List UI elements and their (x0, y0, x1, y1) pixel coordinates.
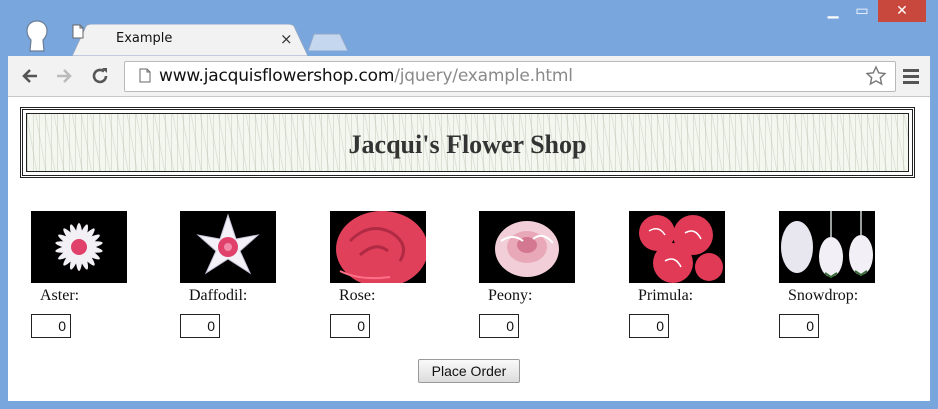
browser-window: Example × ▁ ▭ ✕ www.jacquisflowershop.co… (0, 0, 938, 409)
flower-label: Primula: (638, 287, 694, 304)
forward-button[interactable] (52, 64, 76, 88)
reload-icon (92, 68, 108, 84)
maximize-button[interactable]: ▭ (848, 0, 876, 22)
back-button[interactable] (18, 64, 42, 88)
primula-image (629, 211, 725, 283)
close-window-button[interactable]: ✕ (878, 0, 926, 22)
flower-label: Peony: (488, 287, 533, 304)
page-icon (72, 24, 84, 39)
flower-label: Snowdrop: (788, 287, 859, 304)
tab-strip: Example × ▁ ▭ ✕ (0, 0, 938, 56)
address-bar[interactable]: www.jacquisflowershop.com/jquery/example… (124, 61, 896, 92)
flower-label: Aster: (40, 287, 80, 304)
url-path: /jquery/example.html (394, 66, 573, 86)
quantity-input[interactable]: 0 (180, 314, 220, 338)
aster-image (31, 211, 127, 283)
rose-image (330, 211, 426, 283)
url-text[interactable]: www.jacquisflowershop.com/jquery/example… (159, 66, 573, 86)
page-viewport: Jacqui's Flower Shop Aster: 0 Daffodil: … (8, 97, 930, 401)
quantity-input[interactable]: 0 (330, 314, 370, 338)
forward-arrow-icon (57, 69, 72, 83)
minimize-button[interactable]: ▁ (818, 0, 848, 22)
browser-toolbar: www.jacquisflowershop.com/jquery/example… (8, 56, 930, 97)
peony-image (479, 211, 575, 283)
daffodil-image (180, 211, 276, 283)
header-banner: Jacqui's Flower Shop (20, 107, 915, 178)
back-arrow-icon (22, 69, 37, 83)
bookmark-star-icon[interactable] (865, 65, 887, 87)
menu-icon[interactable] (901, 66, 921, 86)
quantity-input[interactable]: 0 (779, 314, 819, 338)
flower-label: Rose: (339, 287, 376, 304)
maximize-icon: ▭ (855, 3, 869, 19)
snowdrop-image (779, 211, 875, 283)
quantity-input[interactable]: 0 (31, 314, 71, 338)
tab-title: Example (116, 31, 173, 46)
quantity-input[interactable]: 0 (629, 314, 669, 338)
quantity-input[interactable]: 0 (479, 314, 519, 338)
profile-avatar-icon[interactable] (22, 19, 52, 53)
place-order-button[interactable]: Place Order (418, 359, 520, 383)
new-tab-button[interactable] (308, 33, 348, 51)
close-icon: ✕ (896, 3, 908, 19)
flower-label: Daffodil: (189, 287, 248, 304)
page-title: Jacqui's Flower Shop (348, 130, 587, 159)
reload-button[interactable] (88, 64, 112, 88)
url-host: www.jacquisflowershop.com (159, 66, 395, 86)
tab-close-icon[interactable]: × (280, 30, 293, 48)
tab-example[interactable]: Example × (72, 24, 308, 56)
minimize-icon: ▁ (827, 3, 839, 19)
page-icon (139, 68, 151, 83)
